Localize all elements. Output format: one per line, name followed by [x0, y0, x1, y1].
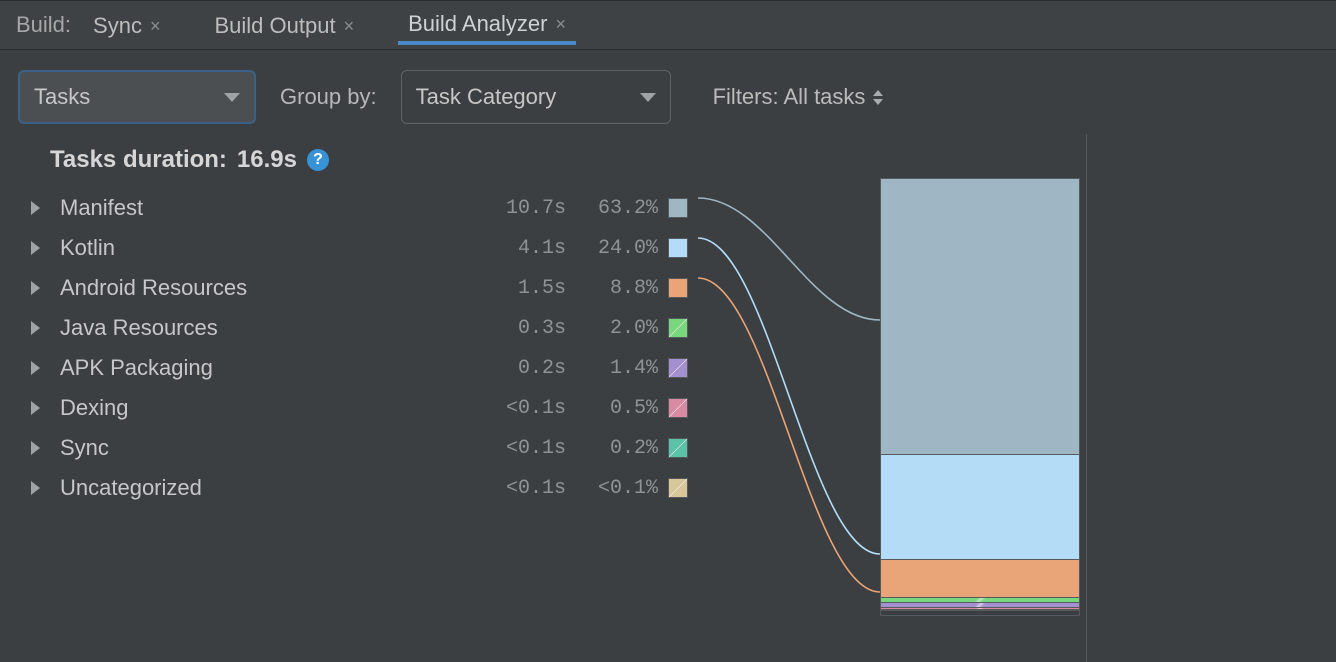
task-duration: 0.3s: [484, 317, 566, 340]
chevron-down-icon: [640, 93, 656, 102]
chevron-right-icon[interactable]: [31, 281, 40, 295]
chevron-down-icon: [224, 93, 240, 102]
group-by-dropdown[interactable]: Task Category: [401, 70, 671, 124]
task-duration: <0.1s: [484, 397, 566, 420]
filters-label: Filters: All tasks: [713, 84, 866, 110]
chevron-right-icon[interactable]: [31, 241, 40, 255]
chart-segment[interactable]: [881, 559, 1079, 597]
tab-label: Build Analyzer: [408, 11, 547, 37]
help-icon[interactable]: ?: [307, 149, 329, 171]
color-swatch: [668, 398, 688, 418]
task-list: Manifest 10.7s 63.2% Kotlin 4.1s 24.0% Android…: [6, 188, 700, 508]
tab-sync[interactable]: Sync ×: [83, 7, 170, 43]
sort-icon: [873, 90, 883, 105]
stacked-duration-chart: [880, 178, 1080, 616]
task-percent: 0.5%: [576, 397, 658, 420]
chart-segment[interactable]: [881, 610, 1079, 611]
task-name: Uncategorized: [60, 475, 474, 501]
task-duration: 4.1s: [484, 237, 566, 260]
chevron-right-icon[interactable]: [31, 361, 40, 375]
chevron-right-icon[interactable]: [31, 441, 40, 455]
task-name: APK Packaging: [60, 355, 474, 381]
task-row[interactable]: Android Resources 1.5s 8.8%: [6, 268, 700, 308]
task-percent: 1.4%: [576, 357, 658, 380]
tab-build-analyzer[interactable]: Build Analyzer ×: [398, 5, 576, 45]
title-prefix: Tasks duration:: [50, 146, 227, 174]
color-swatch: [668, 318, 688, 338]
task-row[interactable]: APK Packaging 0.2s 1.4%: [6, 348, 700, 388]
chevron-right-icon[interactable]: [31, 321, 40, 335]
chevron-right-icon[interactable]: [31, 401, 40, 415]
task-row[interactable]: Kotlin 4.1s 24.0%: [6, 228, 700, 268]
chevron-right-icon[interactable]: [31, 201, 40, 215]
task-name: Android Resources: [60, 275, 474, 301]
task-name: Sync: [60, 435, 474, 461]
tab-label: Build Output: [214, 13, 335, 39]
title-value: 16.9s: [237, 146, 297, 174]
task-percent: 2.0%: [576, 317, 658, 340]
task-percent: 24.0%: [576, 237, 658, 260]
tasks-duration-title: Tasks duration: 16.9s ?: [6, 138, 700, 188]
task-row[interactable]: Dexing <0.1s 0.5%: [6, 388, 700, 428]
task-name: Java Resources: [60, 315, 474, 341]
dropdown-value: Task Category: [416, 84, 557, 110]
task-name: Dexing: [60, 395, 474, 421]
controls-row: Tasks Group by: Task Category Filters: A…: [0, 50, 1336, 134]
task-percent: 8.8%: [576, 277, 658, 300]
task-name: Kotlin: [60, 235, 474, 261]
task-row[interactable]: Sync <0.1s 0.2%: [6, 428, 700, 468]
color-swatch: [668, 238, 688, 258]
group-by-label: Group by:: [280, 84, 377, 110]
task-duration: 0.2s: [484, 357, 566, 380]
chevron-right-icon[interactable]: [31, 481, 40, 495]
task-percent: 0.2%: [576, 437, 658, 460]
filters-control[interactable]: Filters: All tasks: [695, 84, 884, 110]
task-row[interactable]: Uncategorized <0.1s <0.1%: [6, 468, 700, 508]
panel-divider[interactable]: [1086, 134, 1087, 662]
analyzer-body: Tasks duration: 16.9s ? Manifest 10.7s 63.…: [0, 134, 1336, 662]
tasks-panel: Tasks duration: 16.9s ? Manifest 10.7s 63.…: [0, 138, 700, 662]
connector-lines: [698, 184, 882, 624]
task-duration: <0.1s: [484, 477, 566, 500]
task-duration: 1.5s: [484, 277, 566, 300]
close-icon[interactable]: ×: [344, 16, 355, 37]
color-swatch: [668, 358, 688, 378]
task-percent: <0.1%: [576, 477, 658, 500]
dropdown-value: Tasks: [34, 84, 90, 110]
close-icon[interactable]: ×: [150, 16, 161, 37]
color-swatch: [668, 198, 688, 218]
task-row[interactable]: Java Resources 0.3s 2.0%: [6, 308, 700, 348]
tab-build-output[interactable]: Build Output ×: [204, 7, 364, 43]
build-tab-strip: Build: Sync × Build Output × Build Analy…: [0, 0, 1336, 50]
color-swatch: [668, 478, 688, 498]
task-percent: 63.2%: [576, 197, 658, 220]
task-row[interactable]: Manifest 10.7s 63.2%: [6, 188, 700, 228]
task-duration: 10.7s: [484, 197, 566, 220]
close-icon[interactable]: ×: [556, 14, 567, 35]
color-swatch: [668, 278, 688, 298]
chart-segment[interactable]: [881, 454, 1079, 558]
color-swatch: [668, 438, 688, 458]
build-label: Build:: [16, 12, 77, 38]
tab-label: Sync: [93, 13, 142, 39]
task-duration: <0.1s: [484, 437, 566, 460]
task-name: Manifest: [60, 195, 474, 221]
view-dropdown[interactable]: Tasks: [18, 70, 256, 124]
chart-segment[interactable]: [881, 179, 1079, 454]
